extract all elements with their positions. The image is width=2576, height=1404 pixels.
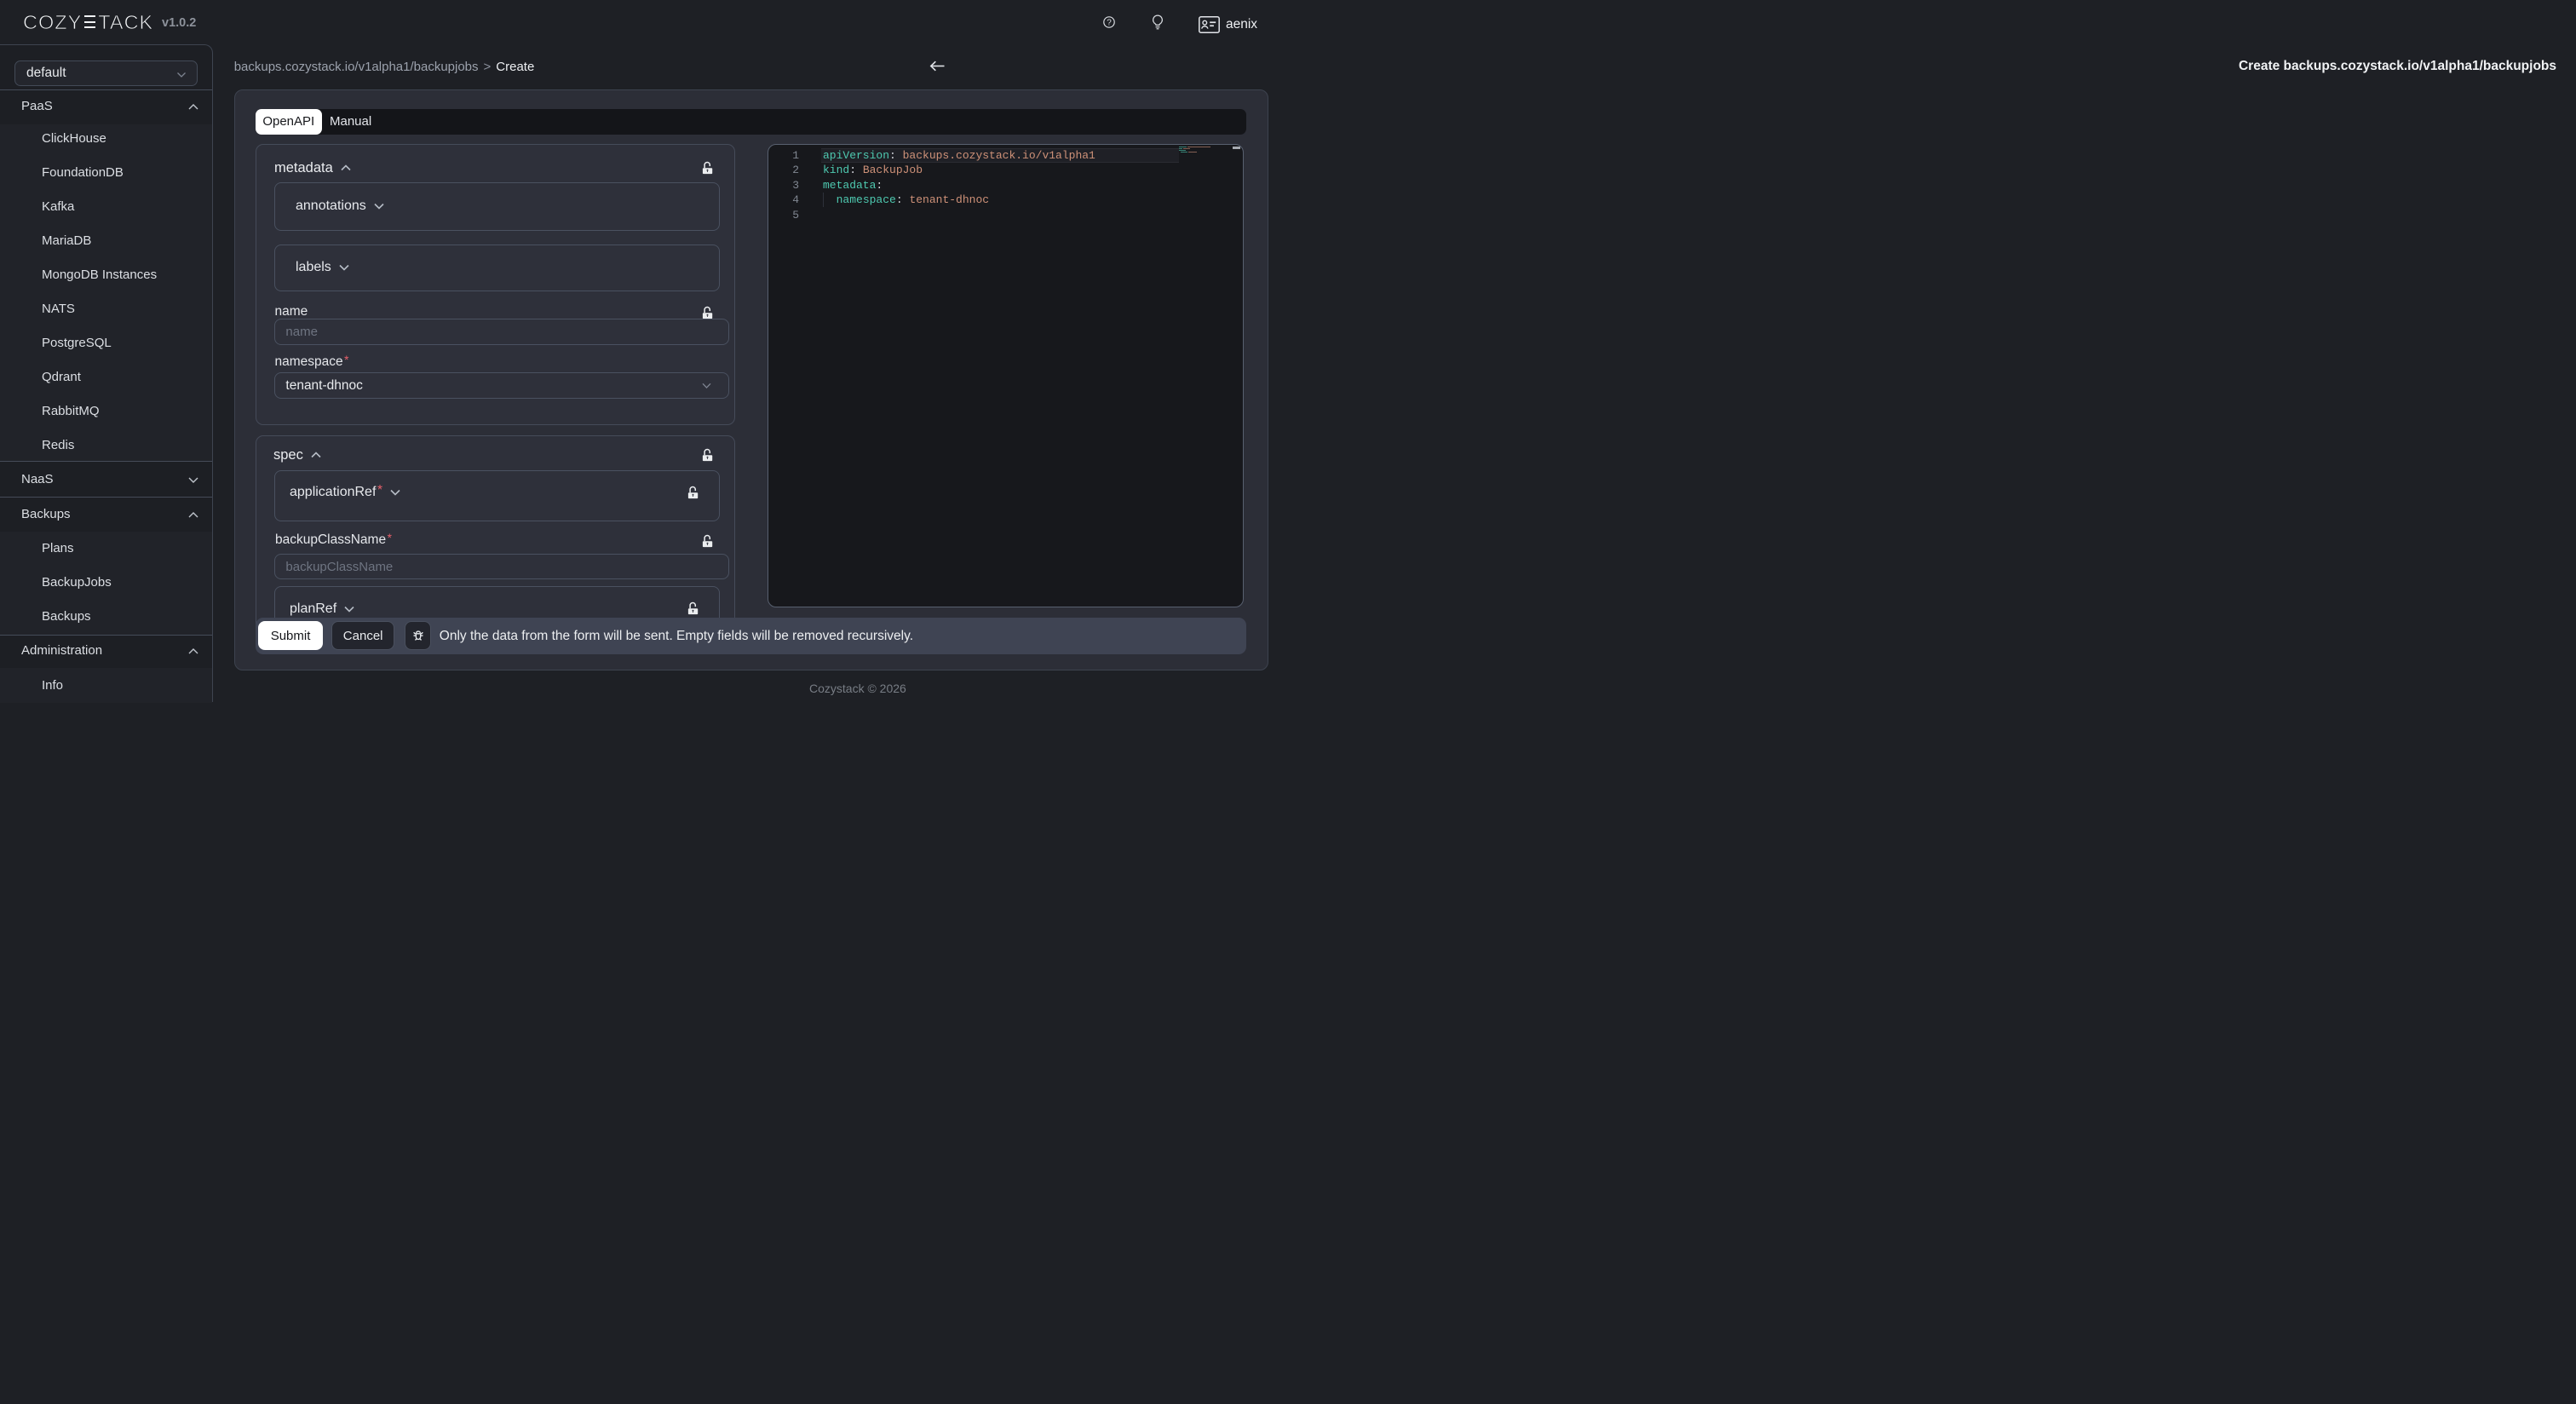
svg-text:?: ? bbox=[1107, 18, 1112, 27]
